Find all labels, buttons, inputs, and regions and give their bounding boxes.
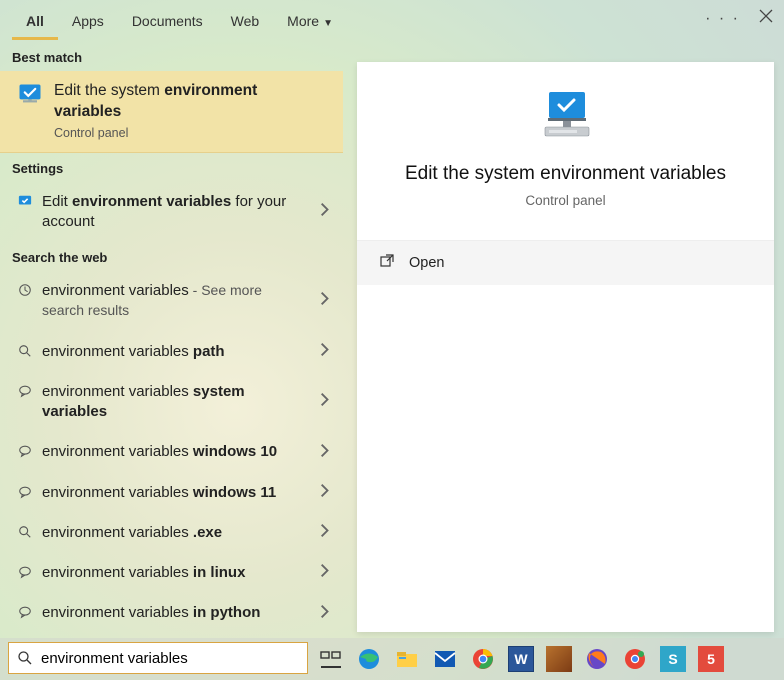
chrome-icon[interactable]: [468, 644, 498, 674]
chevron-down-icon: ▼: [323, 18, 333, 29]
best-match-subtitle: Control panel: [54, 125, 303, 142]
chevron-right-icon: [317, 393, 331, 412]
web-result-3[interactable]: environment variables windows 10: [0, 432, 343, 472]
web-result-2[interactable]: environment variables system variables: [0, 372, 343, 433]
open-icon: [379, 253, 395, 273]
search-icon: [14, 344, 36, 358]
ellipsis-icon[interactable]: · · ·: [705, 10, 740, 28]
snagit-icon[interactable]: S: [658, 644, 688, 674]
word-icon[interactable]: W: [506, 644, 536, 674]
results-list: Best match Edit the system environment v…: [0, 42, 343, 638]
preview-actions: Open: [357, 240, 774, 285]
section-search-web: Search the web: [0, 242, 343, 271]
search-icon: [17, 650, 33, 666]
best-match-result[interactable]: Edit the system environment variables Co…: [0, 71, 343, 153]
search-box[interactable]: [8, 642, 308, 674]
preview-icon: [357, 90, 774, 142]
chat-icon: [14, 444, 36, 458]
chevron-right-icon: [317, 202, 331, 221]
settings-result-edit-env[interactable]: Edit environment variables for your acco…: [0, 182, 343, 243]
chat-icon: [14, 565, 36, 579]
chrome-alt-icon[interactable]: [620, 644, 650, 674]
search-icon: [14, 525, 36, 539]
control-panel-icon: [14, 81, 46, 109]
section-best-match: Best match: [0, 42, 343, 71]
preview-subtitle: Control panel: [357, 193, 774, 208]
action-open[interactable]: Open: [357, 241, 774, 285]
chevron-right-icon: [317, 524, 331, 543]
chevron-right-icon: [317, 564, 331, 583]
tab-apps[interactable]: Apps: [58, 3, 118, 40]
snagit-editor-icon[interactable]: 5: [696, 644, 726, 674]
best-match-title-pre: Edit the system: [54, 82, 164, 99]
action-open-label: Open: [409, 255, 444, 271]
chat-icon: [14, 605, 36, 619]
chat-icon: [14, 485, 36, 499]
tab-more[interactable]: More ▼: [273, 3, 347, 40]
chat-icon: [14, 384, 36, 398]
section-settings: Settings: [0, 153, 343, 182]
mail-icon[interactable]: [430, 644, 460, 674]
search-filter-tabs: All Apps Documents Web More ▼: [0, 0, 784, 42]
edge-icon[interactable]: [354, 644, 384, 674]
tab-all[interactable]: All: [12, 3, 58, 40]
history-icon: [14, 283, 36, 297]
chevron-right-icon: [317, 604, 331, 623]
app-tile-icon[interactable]: [544, 644, 574, 674]
preview-pane: Edit the system environment variables Co…: [357, 62, 774, 632]
web-result-6[interactable]: environment variables in linux: [0, 553, 343, 593]
settings-icon: [14, 194, 36, 208]
chevron-right-icon: [317, 443, 331, 462]
web-result-7[interactable]: environment variables in python: [0, 593, 343, 633]
preview-title: Edit the system environment variables: [357, 162, 774, 187]
close-icon[interactable]: [758, 8, 774, 29]
explorer-icon[interactable]: [392, 644, 422, 674]
firefox-icon[interactable]: [582, 644, 612, 674]
web-result-5[interactable]: environment variables .exe: [0, 513, 343, 553]
web-result-0[interactable]: environment variables - See more search …: [0, 271, 343, 332]
search-input[interactable]: [41, 650, 299, 667]
tab-documents[interactable]: Documents: [118, 3, 217, 40]
chevron-right-icon: [317, 292, 331, 311]
web-result-1[interactable]: environment variables path: [0, 332, 343, 372]
tab-web[interactable]: Web: [217, 3, 274, 40]
web-result-4[interactable]: environment variables windows 11: [0, 473, 343, 513]
chevron-right-icon: [317, 342, 331, 361]
chevron-right-icon: [317, 483, 331, 502]
tab-more-label: More: [287, 13, 319, 29]
task-view-icon[interactable]: [316, 644, 346, 674]
